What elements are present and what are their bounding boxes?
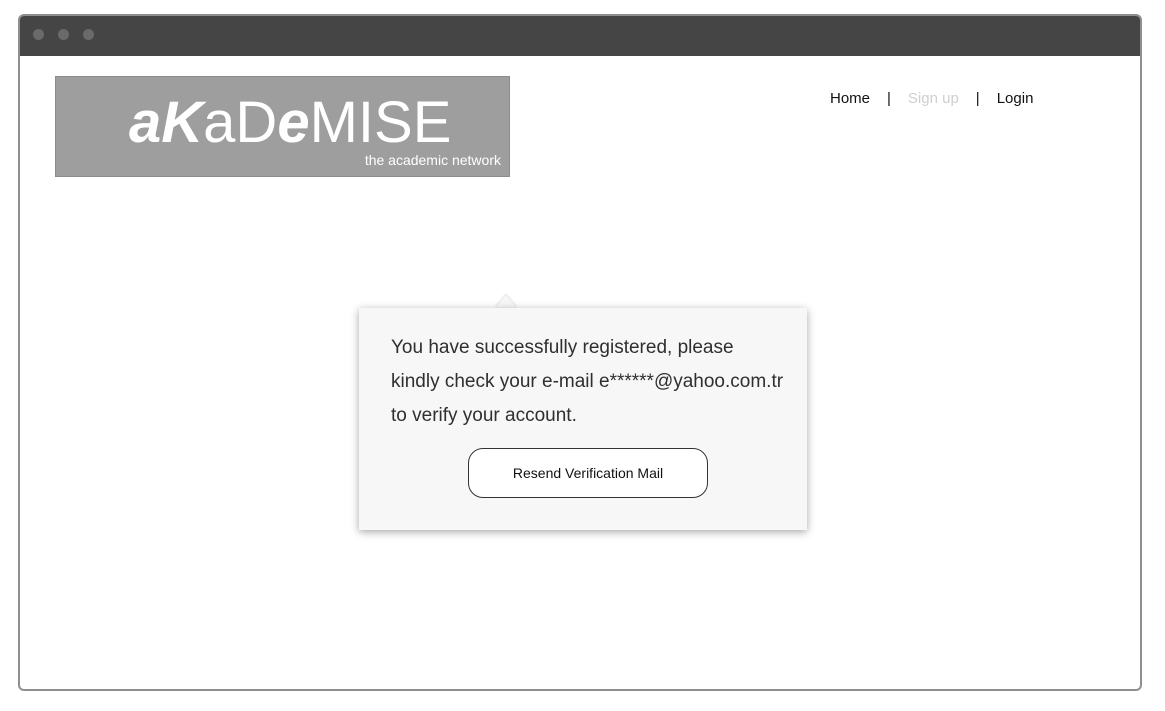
logo-letter: K (161, 90, 204, 155)
nav-separator: | (975, 89, 980, 107)
logo-letter: e (277, 90, 310, 155)
logo-letter: a (129, 90, 162, 155)
window-control-dot[interactable] (83, 29, 94, 40)
logo-letter: D (235, 90, 278, 155)
logo-tagline: the academic network (364, 152, 501, 168)
nav-signup-link[interactable]: Sign up (908, 90, 959, 107)
top-navigation: Home | Sign up | Login (830, 88, 1033, 108)
nav-separator: | (887, 89, 891, 107)
popup-pointer (495, 295, 517, 308)
nav-home-link[interactable]: Home (830, 90, 870, 107)
site-logo[interactable]: aKaDeMISE the academic network (55, 76, 510, 177)
window-control-dot[interactable] (33, 29, 44, 40)
logo-letter: MISE (309, 90, 452, 155)
logo-letter: a (203, 90, 236, 155)
resend-verification-button[interactable]: Resend Verification Mail (468, 448, 708, 498)
registration-success-popup: You have successfully registered, please… (359, 308, 807, 530)
nav-login-link[interactable]: Login (997, 90, 1034, 107)
browser-titlebar (20, 16, 1140, 56)
window-control-dot[interactable] (58, 29, 69, 40)
logo-wordmark: aKaDeMISE (129, 94, 451, 152)
success-message: You have successfully registered, please… (391, 337, 784, 426)
browser-window: aKaDeMISE the academic network Home | Si… (18, 14, 1142, 691)
